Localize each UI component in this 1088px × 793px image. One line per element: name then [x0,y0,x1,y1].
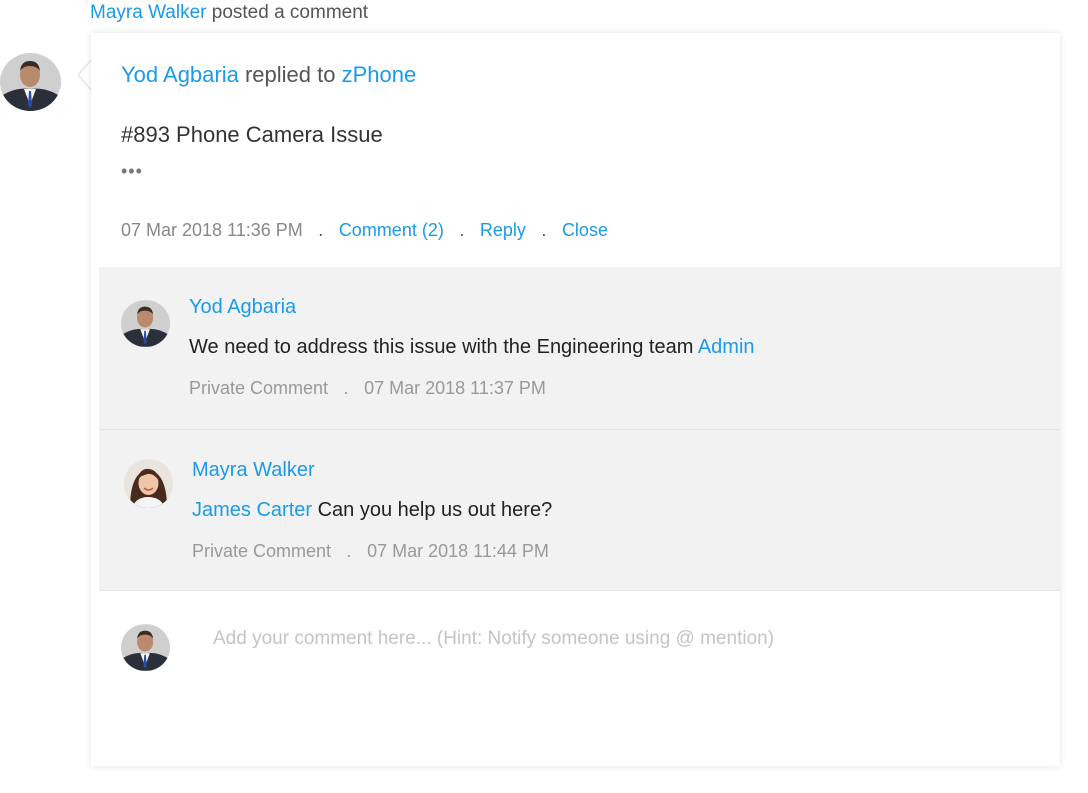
comment-input[interactable] [211,625,1015,653]
comment-item: Yod Agbaria We need to address this issu… [99,267,1060,430]
activity-line: Mayra Walker posted a comment [90,2,368,24]
comment-timestamp: 07 Mar 2018 11:44 PM [367,541,549,561]
comment-visibility: Private Comment [189,378,329,398]
man-avatar-icon [0,53,61,111]
man-avatar-icon [121,300,170,347]
close-link[interactable]: Close [562,220,608,240]
activity-action-text: posted a comment [211,2,369,23]
post-timestamp: 07 Mar 2018 11:36 PM [121,220,303,240]
mention-link[interactable]: James Carter [192,499,312,521]
comment-author-link[interactable]: Yod Agbaria [189,295,296,319]
ticket-title[interactable]: #893 Phone Camera Issue [121,122,383,148]
comment-body: Can you help us out here? [317,499,553,521]
current-user-avatar [121,624,170,671]
post-meta: 07 Mar 2018 11:36 PM . Comment (2) . Rep… [121,219,608,241]
comment-composer [99,590,1060,767]
comment-author-link[interactable]: Mayra Walker [192,458,315,482]
more-icon[interactable]: ••• [121,161,143,182]
comment-body: We need to address this issue with the E… [189,336,694,358]
post-action-text: replied to [244,62,336,87]
meta-separator: . [318,220,324,240]
comment-item: Mayra Walker James Carter Can you help u… [99,430,1060,590]
comment-text: James Carter Can you help us out here? [192,498,552,522]
post-target-link[interactable]: zPhone [342,62,417,87]
meta-separator: . [343,378,349,398]
comment-visibility: Private Comment [192,541,332,561]
activity-actor-link[interactable]: Mayra Walker [90,2,206,23]
comment-meta: Private Comment . 07 Mar 2018 11:44 PM [192,540,549,562]
post-author-link[interactable]: Yod Agbaria [121,62,239,87]
comment-text: We need to address this issue with the E… [189,335,755,359]
reply-link[interactable]: Reply [480,220,526,240]
comment-count-link[interactable]: Comment (2) [339,220,444,240]
comment-timestamp: 07 Mar 2018 11:37 PM [364,378,546,398]
comment-meta: Private Comment . 07 Mar 2018 11:37 PM [189,377,546,399]
comment-avatar[interactable] [121,300,170,347]
woman-avatar-icon [124,459,173,508]
mention-link[interactable]: Admin [698,336,755,358]
man-avatar-icon [121,624,170,671]
post-header: Yod Agbaria replied to zPhone [121,62,416,88]
comment-avatar[interactable] [124,459,173,508]
meta-separator: . [459,220,465,240]
activity-card: Yod Agbaria replied to zPhone #893 Phone… [91,33,1060,766]
author-avatar[interactable] [0,53,61,111]
meta-separator: . [541,220,547,240]
meta-separator: . [346,541,352,561]
